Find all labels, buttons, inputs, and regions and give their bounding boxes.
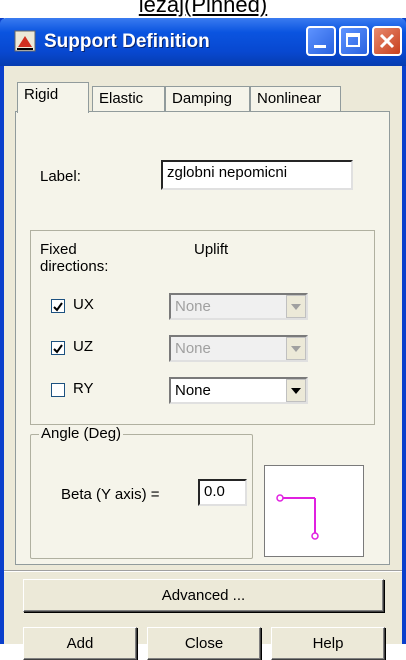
uplift-caption: Uplift [194, 241, 229, 258]
dialog-client: Rigid Elastic Damping Nonlinear Label: z… [4, 66, 402, 660]
divider [4, 570, 402, 572]
uz-checkbox[interactable] [51, 341, 65, 355]
dropdown-arrow-icon[interactable] [286, 379, 306, 402]
beta-label: Beta (Y axis) = [61, 486, 160, 503]
beta-input[interactable]: 0.0 [198, 479, 247, 506]
tab-panel-rigid: Label: zglobni nepomicni Fixed direction… [15, 111, 390, 565]
uz-label: UZ [73, 338, 93, 355]
tab-label: Nonlinear [257, 90, 322, 107]
ux-uplift-select: None [169, 293, 308, 320]
select-value: None [175, 340, 211, 357]
advanced-button[interactable]: Advanced ... [23, 579, 384, 612]
maximize-icon[interactable] [339, 26, 369, 56]
dropdown-arrow-icon [286, 295, 306, 318]
ux-checkbox[interactable] [51, 299, 65, 313]
uz-uplift-select: None [169, 335, 308, 362]
fixed-directions-group: Fixed directions: Uplift UX None UZ None [30, 230, 375, 425]
ux-label: UX [73, 296, 94, 313]
tab-elastic[interactable]: Elastic [92, 86, 165, 113]
tab-label: Elastic [99, 90, 144, 107]
select-value: None [175, 298, 211, 315]
support-icon [14, 30, 36, 52]
page-heading: lezaj(Pinned) [138, 0, 268, 17]
tab-damping[interactable]: Damping [165, 86, 250, 113]
tab-label: Damping [172, 90, 233, 107]
support-diagram [276, 494, 319, 540]
fixed-directions-caption: Fixed directions: [40, 241, 109, 275]
dropdown-arrow-icon [286, 337, 306, 360]
window-title: Support Definition [44, 31, 210, 52]
select-value: None [175, 382, 211, 399]
tab-nonlinear[interactable]: Nonlinear [250, 86, 341, 113]
tab-rigid[interactable]: Rigid [17, 82, 89, 113]
angle-group: Angle (Deg) Beta (Y axis) = 0.0 [30, 425, 253, 559]
ry-uplift-select[interactable]: None [169, 377, 308, 404]
ry-label: RY [73, 380, 94, 397]
close-icon[interactable] [372, 26, 402, 56]
support-preview [264, 465, 364, 557]
angle-caption: Angle (Deg) [39, 425, 124, 442]
ry-checkbox[interactable] [51, 383, 65, 397]
check-icon [53, 302, 63, 312]
label-caption: Label: [40, 168, 81, 185]
title-bar[interactable]: Support Definition [0, 18, 406, 66]
label-input[interactable]: zglobni nepomicni [161, 160, 353, 190]
minimize-icon[interactable] [306, 26, 336, 56]
tab-label: Rigid [24, 86, 59, 103]
check-icon [53, 344, 63, 354]
